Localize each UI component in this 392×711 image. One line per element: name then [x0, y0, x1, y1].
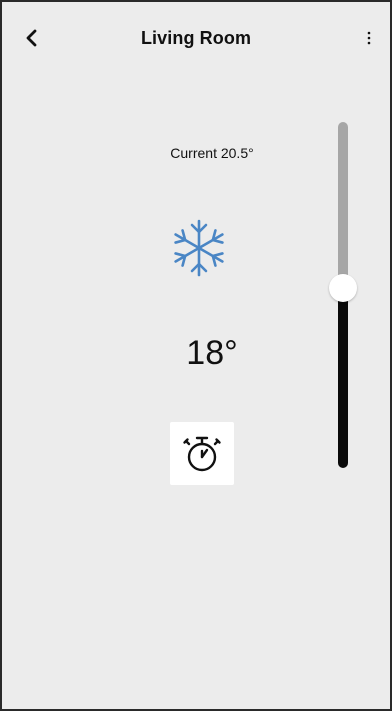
app-window: Living Room Current 20.5° 18° — [0, 0, 392, 711]
slider-track-lower — [338, 288, 348, 468]
header: Living Room — [2, 2, 390, 74]
stopwatch-icon — [183, 436, 221, 471]
temperature-slider[interactable] — [329, 122, 357, 468]
page-title: Living Room — [140, 28, 252, 48]
mode-button[interactable] — [167, 216, 231, 280]
slider-track-upper — [338, 122, 348, 288]
snowflake-icon — [174, 219, 224, 277]
timer-button[interactable] — [170, 422, 234, 485]
slider-thumb[interactable] — [329, 274, 357, 302]
more-options-button[interactable] — [362, 26, 376, 50]
setpoint-temperature: 18° — [186, 334, 238, 372]
more-vertical-icon — [367, 31, 371, 45]
current-temperature: Current 20.5° — [170, 145, 254, 161]
